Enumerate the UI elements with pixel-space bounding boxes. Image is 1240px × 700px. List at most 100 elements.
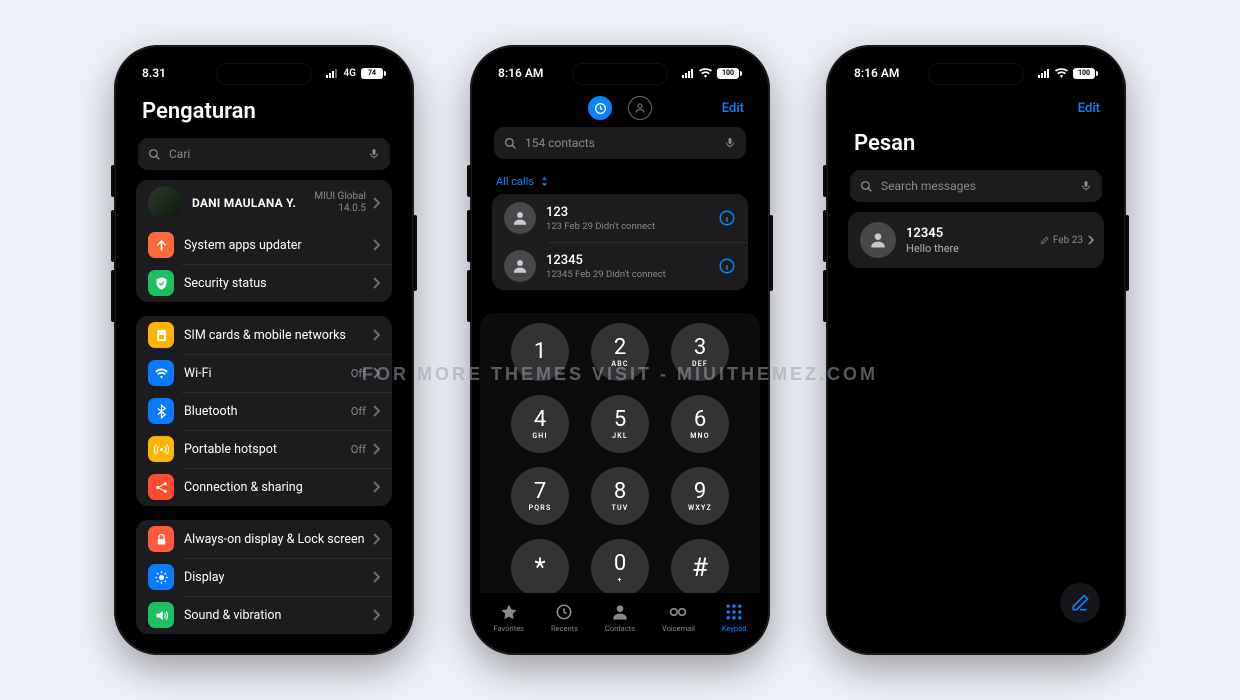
search-input[interactable] (138, 138, 390, 170)
settings-row-value: Off (351, 367, 366, 380)
settings-row-label: Connection & sharing (184, 480, 372, 495)
signal-icon (1038, 68, 1050, 78)
settings-row-label: Security status (184, 276, 372, 291)
settings-row[interactable]: Security status (136, 264, 392, 302)
chevron-right-icon (372, 443, 380, 455)
settings-row[interactable]: Wi-FiOff (136, 354, 392, 392)
mic-icon[interactable] (368, 147, 380, 161)
tab-contacts-pill[interactable] (628, 96, 652, 120)
search-field[interactable] (881, 179, 1072, 193)
tab-voicemail[interactable]: Voicemail (662, 602, 695, 633)
tab-favorites[interactable]: Favorites (493, 602, 524, 633)
compose-icon (1070, 593, 1090, 613)
dial-key-letters: + (617, 576, 622, 584)
thread-preview: Hello there (906, 242, 1040, 255)
chevron-right-icon (372, 571, 380, 583)
dial-key-#[interactable]: # (671, 539, 729, 597)
chevron-right-icon (1087, 235, 1094, 245)
dial-key-8[interactable]: 8TUV (591, 467, 649, 525)
dial-key-7[interactable]: 7PQRS (511, 467, 569, 525)
draft-icon (1040, 236, 1049, 245)
signal-icon (682, 68, 694, 78)
tab-icon (668, 602, 688, 622)
info-icon[interactable] (718, 209, 736, 227)
settings-row[interactable]: Portable hotspotOff (136, 430, 392, 468)
thread-row[interactable]: 12345Hello thereFeb 23 (848, 212, 1104, 268)
settings-row-label: SIM cards & mobile networks (184, 328, 372, 343)
dial-key-number: 0 (614, 553, 626, 575)
call-name: 12345 (546, 253, 718, 268)
settings-group-profile: DANI MAULANA Y. MIUI Global14.0.5 System… (136, 180, 392, 302)
contacts-search[interactable] (494, 127, 746, 159)
page-title: Pesan (836, 123, 1116, 166)
lock-icon (148, 526, 174, 552)
settings-row[interactable]: Display (136, 558, 392, 596)
arrow-up-icon (148, 232, 174, 258)
chevron-right-icon (372, 197, 380, 209)
edit-button[interactable]: Edit (1078, 101, 1100, 116)
settings-row[interactable]: BluetoothOff (136, 392, 392, 430)
avatar (148, 186, 182, 220)
dial-key-5[interactable]: 5JKL (591, 395, 649, 453)
call-row[interactable]: 1234512345 Feb 29 Didn't connect (492, 242, 748, 290)
wifi-icon (1055, 68, 1068, 78)
dial-key-1[interactable]: 1 (511, 323, 569, 381)
tab-label: Favorites (493, 624, 524, 633)
call-row[interactable]: 123123 Feb 29 Didn't connect (492, 194, 748, 242)
dial-key-4[interactable]: 4GHI (511, 395, 569, 453)
messages-search[interactable] (850, 170, 1102, 202)
settings-row[interactable]: Always-on display & Lock screen (136, 520, 392, 558)
dial-key-letters: TUV (611, 504, 628, 512)
settings-row-value: Off (351, 443, 366, 456)
tab-recents-pill[interactable] (588, 96, 612, 120)
settings-group-display: Always-on display & Lock screen DisplaySo… (136, 520, 392, 634)
info-icon[interactable] (718, 257, 736, 275)
dial-key-3[interactable]: 3DEF (671, 323, 729, 381)
recent-calls-list: 123123 Feb 29 Didn't connect1234512345 F… (492, 194, 748, 290)
settings-row-label: Always-on display & Lock screen (184, 532, 372, 547)
status-time: 8:16 AM (854, 66, 899, 80)
battery-icon: 74 (361, 68, 383, 79)
tab-contacts[interactable]: Contacts (605, 602, 635, 633)
compose-button[interactable] (1060, 583, 1100, 623)
threads-list: 12345Hello thereFeb 23 (848, 212, 1104, 268)
edit-button[interactable]: Edit (722, 101, 744, 116)
settings-row-label: Bluetooth (184, 404, 351, 419)
profile-row[interactable]: DANI MAULANA Y. MIUI Global14.0.5 (136, 180, 392, 226)
search-field[interactable] (169, 147, 360, 161)
settings-row-label: Portable hotspot (184, 442, 351, 457)
settings-row[interactable]: System apps updater (136, 226, 392, 264)
tab-label: Contacts (605, 624, 635, 633)
search-icon (504, 137, 517, 150)
search-icon (860, 180, 873, 193)
chevron-right-icon (372, 405, 380, 417)
settings-row[interactable]: SIM cards & mobile networks (136, 316, 392, 354)
dial-key-0[interactable]: 0+ (591, 539, 649, 597)
tab-icon (554, 602, 574, 622)
dial-key-*[interactable]: * (511, 539, 569, 597)
signal-icon (326, 68, 338, 78)
phone-messages: 8:16 AM 100 Edit Pesan 12345Hello thereF… (826, 45, 1126, 655)
dial-key-6[interactable]: 6MNO (671, 395, 729, 453)
mic-icon[interactable] (724, 136, 736, 150)
tab-keypad[interactable]: Keypad (722, 602, 747, 633)
search-field[interactable] (525, 136, 716, 150)
clock-icon (594, 102, 607, 115)
mic-icon[interactable] (1080, 179, 1092, 193)
dial-key-letters: PQRS (529, 504, 552, 512)
dial-key-number: 7 (534, 481, 546, 503)
hotspot-icon (148, 436, 174, 462)
dial-key-number: 3 (694, 337, 706, 359)
settings-row[interactable]: Sound & vibration (136, 596, 392, 634)
dial-key-2[interactable]: 2ABC (591, 323, 649, 381)
shield-check-icon (148, 270, 174, 296)
settings-row[interactable]: Connection & sharing (136, 468, 392, 506)
chevron-right-icon (372, 533, 380, 545)
notch (216, 63, 312, 85)
dial-key-9[interactable]: 9WXYZ (671, 467, 729, 525)
miui-version: 14.0.5 (338, 203, 366, 214)
tab-recents[interactable]: Recents (551, 602, 578, 633)
calls-filter[interactable]: All calls (480, 169, 760, 194)
speaker-icon (148, 602, 174, 628)
status-network: 4G (343, 68, 356, 79)
